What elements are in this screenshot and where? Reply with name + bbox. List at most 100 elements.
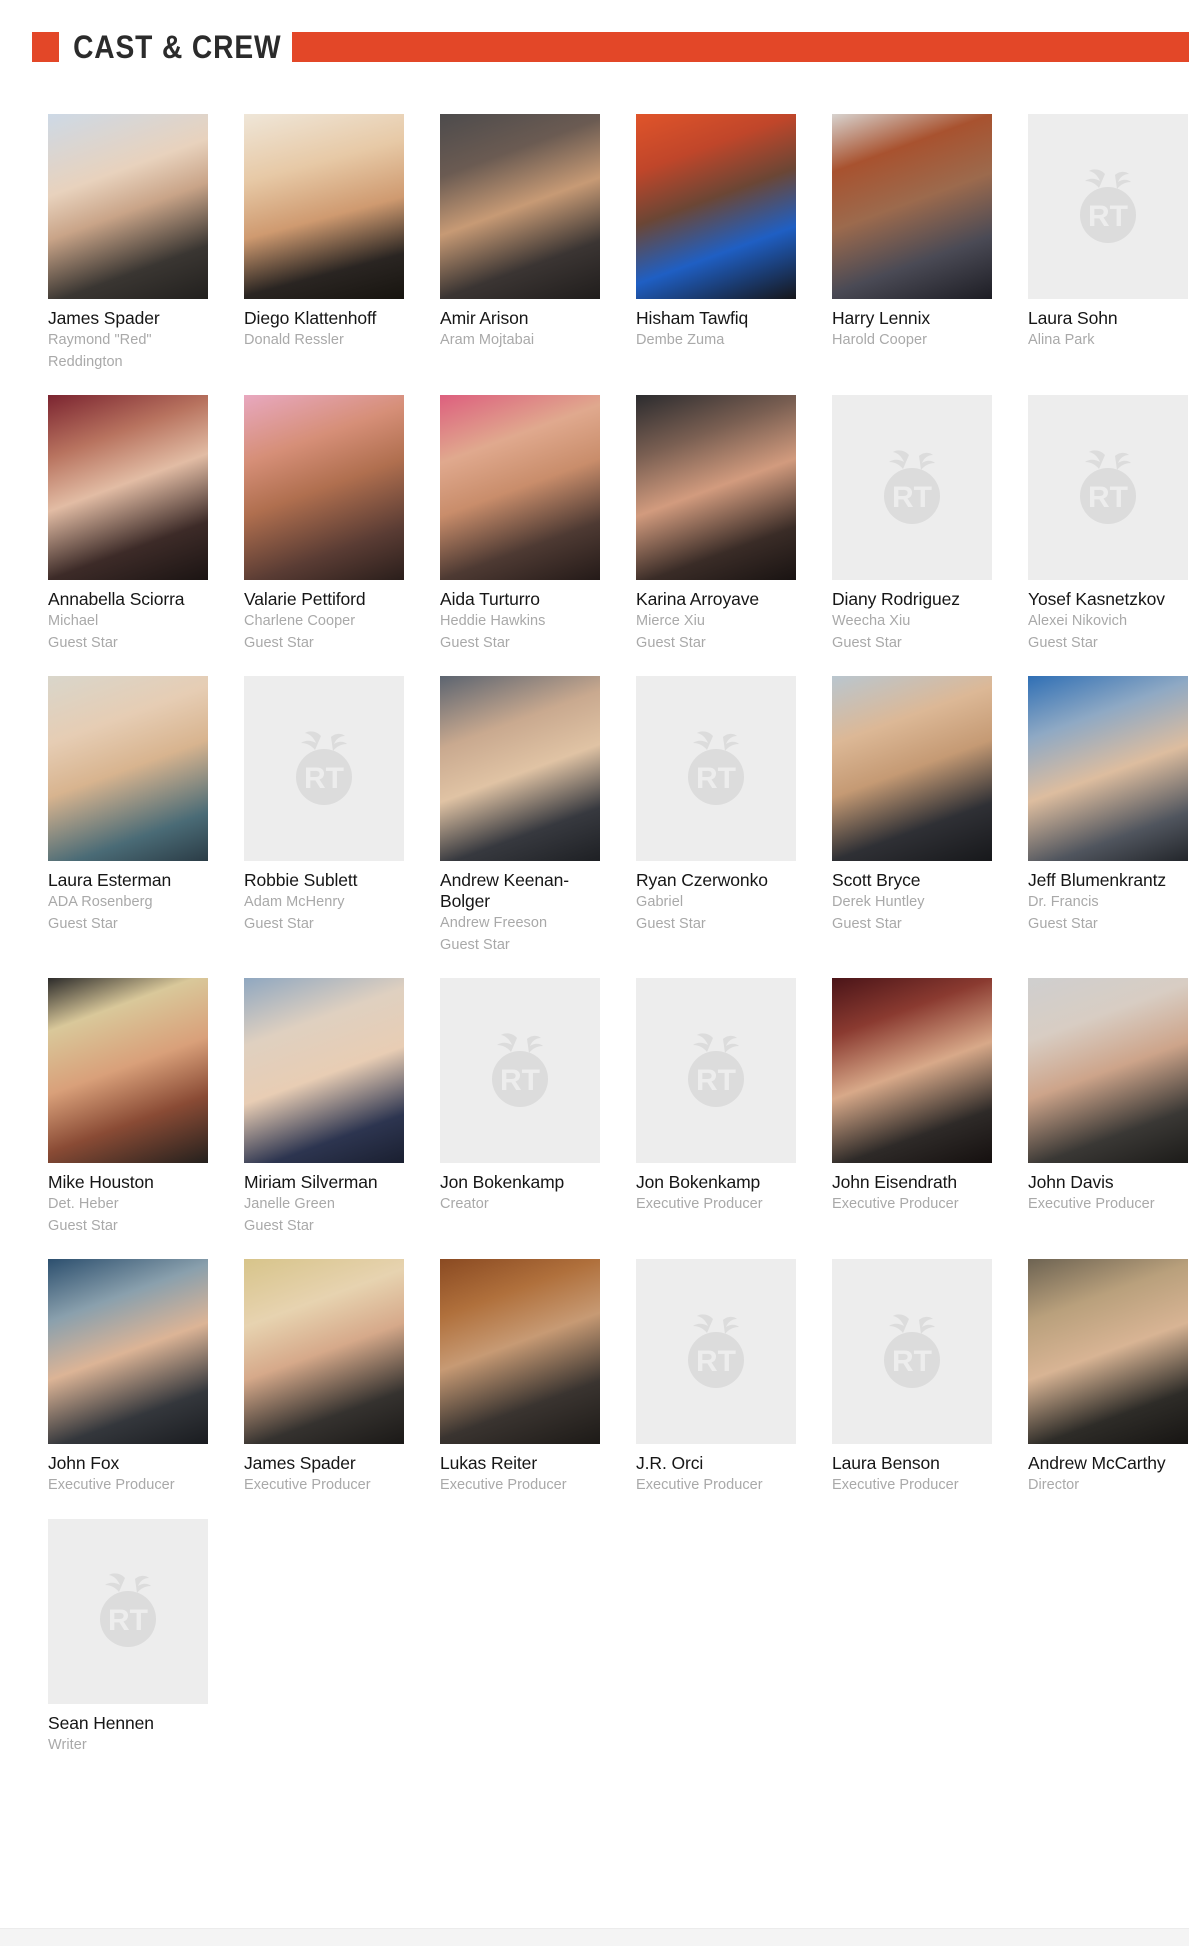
cast-photo[interactable] bbox=[244, 1259, 404, 1444]
cast-photo[interactable] bbox=[832, 978, 992, 1163]
svg-text:RT: RT bbox=[696, 1345, 736, 1378]
cast-card[interactable]: Amir Arison Aram Mojtabai bbox=[440, 114, 600, 352]
cast-portrait-image bbox=[48, 395, 208, 580]
cast-card[interactable]: Annabella Sciorra Michael Guest Star bbox=[48, 395, 208, 654]
cast-credit: Guest Star bbox=[636, 915, 706, 932]
svg-text:RT: RT bbox=[1088, 200, 1128, 233]
cast-card[interactable]: John Fox Executive Producer bbox=[48, 1259, 208, 1497]
cast-card[interactable]: RT Laura Sohn Alina Park bbox=[1028, 114, 1188, 352]
cast-photo[interactable]: RT bbox=[48, 1518, 208, 1704]
cast-photo[interactable] bbox=[832, 114, 992, 299]
cast-card[interactable]: James Spader Executive Producer bbox=[244, 1259, 404, 1497]
cast-photo[interactable] bbox=[244, 395, 404, 580]
cast-name: Annabella Sciorra bbox=[48, 589, 185, 609]
cast-card[interactable]: Scott Bryce Derek Huntley Guest Star bbox=[832, 676, 992, 935]
cast-portrait-image bbox=[244, 395, 404, 580]
cast-photo[interactable] bbox=[832, 676, 992, 861]
cast-name: Valarie Pettiford bbox=[244, 589, 366, 609]
cast-card[interactable]: Mike Houston Det. Heber Guest Star bbox=[48, 978, 208, 1237]
cast-photo[interactable] bbox=[244, 114, 404, 299]
cast-photo[interactable]: RT bbox=[636, 978, 796, 1163]
cast-card[interactable]: Harry Lennix Harold Cooper bbox=[832, 114, 992, 352]
cast-photo[interactable] bbox=[48, 978, 208, 1163]
svg-text:RT: RT bbox=[500, 1064, 540, 1097]
cast-card[interactable]: RT Diany Rodriguez Weecha Xiu Guest Star bbox=[832, 395, 992, 654]
cast-role: Director bbox=[1028, 1477, 1080, 1493]
cast-photo[interactable] bbox=[48, 1259, 208, 1444]
svg-text:RT: RT bbox=[304, 762, 344, 795]
cast-card[interactable]: John Davis Executive Producer bbox=[1028, 978, 1188, 1216]
cast-photo[interactable] bbox=[440, 114, 600, 299]
cast-card[interactable]: RT Jon Bokenkamp Executive Producer bbox=[636, 978, 796, 1216]
cast-name: Laura Benson bbox=[832, 1453, 940, 1473]
cast-card[interactable]: RT Yosef Kasnetzkov Alexei Nikovich Guest S… bbox=[1028, 395, 1188, 654]
cast-card[interactable]: RT Jon Bokenkamp Creator bbox=[440, 978, 600, 1216]
cast-card[interactable]: RT Sean Hennen Writer bbox=[48, 1518, 208, 1757]
cast-role: Heddie Hawkins bbox=[440, 613, 546, 629]
rt-tomato-icon: RT bbox=[832, 1259, 992, 1444]
cast-photo[interactable]: RT bbox=[832, 395, 992, 580]
cast-card[interactable]: Diego Klattenhoff Donald Ressler bbox=[244, 114, 404, 352]
cast-role: Dembe Zuma bbox=[636, 332, 725, 348]
cast-photo[interactable]: RT bbox=[832, 1259, 992, 1444]
cast-name: Sean Hennen bbox=[48, 1712, 154, 1733]
cast-card[interactable]: Miriam Silverman Janelle Green Guest Star bbox=[244, 978, 404, 1237]
cast-card[interactable]: Laura Esterman ADA Rosenberg Guest Star bbox=[48, 676, 208, 935]
cast-photo[interactable]: RT bbox=[1028, 114, 1188, 299]
cast-role: ADA Rosenberg bbox=[48, 894, 153, 910]
rt-tomato-icon: RT bbox=[636, 1259, 796, 1444]
cast-credit: Guest Star bbox=[440, 634, 510, 651]
cast-name: Ryan Czerwonko bbox=[636, 870, 768, 890]
cast-photo[interactable]: RT bbox=[244, 676, 404, 861]
cast-name: John Fox bbox=[48, 1453, 120, 1473]
cast-photo[interactable]: RT bbox=[636, 676, 796, 861]
cast-portrait-image bbox=[440, 676, 600, 861]
cast-photo[interactable] bbox=[48, 395, 208, 580]
cast-card[interactable]: Jeff Blumenkrantz Dr. Francis Guest Star bbox=[1028, 676, 1188, 935]
cast-card[interactable]: RT Ryan Czerwonko Gabriel Guest Star bbox=[636, 676, 796, 935]
cast-card[interactable]: RT Robbie Sublett Adam McHenry Guest Star bbox=[244, 676, 404, 935]
cast-photo[interactable] bbox=[48, 114, 208, 299]
cast-card[interactable]: James Spader Raymond "Red" Reddington bbox=[48, 114, 208, 373]
cast-photo[interactable] bbox=[1028, 1259, 1188, 1444]
cast-name: Laura Sohn bbox=[1028, 308, 1118, 328]
cast-photo[interactable]: RT bbox=[1028, 395, 1188, 580]
cast-role: Aram Mojtabai bbox=[440, 332, 535, 348]
cast-photo[interactable] bbox=[440, 1259, 600, 1444]
cast-card[interactable]: Aida Turturro Heddie Hawkins Guest Star bbox=[440, 395, 600, 654]
cast-card[interactable]: Karina Arroyave Mierce Xiu Guest Star bbox=[636, 395, 796, 654]
cast-card[interactable]: Lukas Reiter Executive Producer bbox=[440, 1259, 600, 1497]
cast-photo[interactable] bbox=[1028, 978, 1188, 1163]
cast-photo[interactable] bbox=[636, 395, 796, 580]
cast-card[interactable]: Valarie Pettiford Charlene Cooper Guest St… bbox=[244, 395, 404, 654]
cast-photo[interactable]: RT bbox=[440, 978, 600, 1163]
cast-credit: Guest Star bbox=[48, 634, 118, 651]
cast-portrait-image bbox=[48, 978, 208, 1163]
cast-photo[interactable] bbox=[1028, 676, 1188, 861]
cast-credit: Guest Star bbox=[636, 634, 706, 651]
cast-photo[interactable]: RT bbox=[636, 1259, 796, 1444]
cast-role: Andrew Freeson bbox=[440, 915, 548, 931]
cast-photo[interactable] bbox=[48, 676, 208, 861]
cast-portrait-image bbox=[48, 676, 208, 861]
cast-role: Adam McHenry bbox=[244, 894, 345, 910]
cast-card[interactable]: Hisham Tawfiq Dembe Zuma bbox=[636, 114, 796, 352]
cast-name: John Davis bbox=[1028, 1172, 1114, 1192]
header-accent-swatch bbox=[32, 32, 59, 62]
svg-text:RT: RT bbox=[892, 481, 932, 514]
cast-card[interactable]: Andrew Keenan-Bolger Andrew Freeson Guest … bbox=[440, 676, 600, 956]
cast-photo[interactable] bbox=[440, 676, 600, 861]
cast-card[interactable]: RT Laura Benson Executive Producer bbox=[832, 1259, 992, 1497]
page-title: Cast & Crew bbox=[73, 29, 282, 65]
rt-tomato-icon: RT bbox=[244, 676, 404, 861]
cast-name: Hisham Tawfiq bbox=[636, 308, 749, 328]
cast-card[interactable]: RT J.R. Orci Executive Producer bbox=[636, 1259, 796, 1497]
cast-card[interactable]: Andrew McCarthy Director bbox=[1028, 1259, 1188, 1497]
cast-name: Laura Esterman bbox=[48, 870, 172, 890]
cast-role: Executive Producer bbox=[244, 1477, 371, 1493]
cast-card[interactable]: John Eisendrath Executive Producer bbox=[832, 978, 992, 1216]
cast-photo[interactable] bbox=[244, 978, 404, 1163]
cast-photo[interactable] bbox=[636, 114, 796, 299]
cast-name: J.R. Orci bbox=[636, 1453, 704, 1473]
cast-photo[interactable] bbox=[440, 395, 600, 580]
